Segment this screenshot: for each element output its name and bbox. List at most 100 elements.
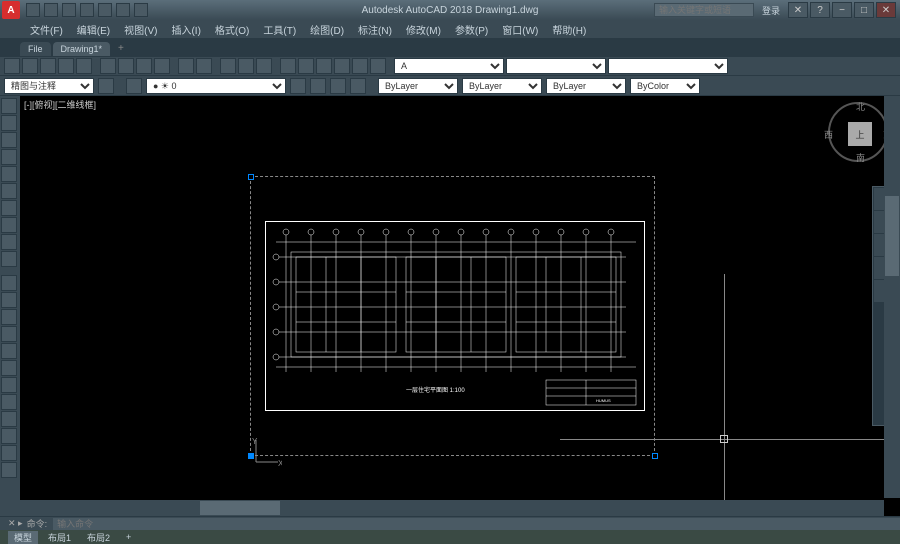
infocenter-search-input[interactable] bbox=[654, 3, 754, 17]
exchange-apps-icon[interactable]: ✕ bbox=[788, 2, 808, 18]
qat-save-icon[interactable] bbox=[62, 3, 76, 17]
tool-pan-icon[interactable] bbox=[220, 58, 236, 74]
drawing-canvas[interactable]: [-][俯视][二维线框] bbox=[20, 96, 900, 516]
draw-circle-icon[interactable] bbox=[1, 132, 17, 148]
viewcube[interactable]: 北 南 东 西 上 bbox=[828, 102, 888, 162]
login-button[interactable]: 登录 bbox=[762, 4, 780, 17]
viewcube-top-face[interactable]: 上 bbox=[848, 122, 872, 146]
modify-copy-icon[interactable] bbox=[1, 292, 17, 308]
menu-draw[interactable]: 绘图(D) bbox=[304, 20, 350, 39]
qat-undo-icon[interactable] bbox=[116, 3, 130, 17]
menu-help[interactable]: 帮助(H) bbox=[546, 20, 592, 39]
tool-paste-icon[interactable] bbox=[136, 58, 152, 74]
draw-line-icon[interactable] bbox=[1, 98, 17, 114]
layer-previous-icon[interactable] bbox=[290, 78, 306, 94]
layout-tab-1[interactable]: 布局1 bbox=[42, 531, 77, 544]
modify-mirror-icon[interactable] bbox=[1, 326, 17, 342]
draw-polyline-icon[interactable] bbox=[1, 115, 17, 131]
menu-tools[interactable]: 工具(T) bbox=[257, 20, 302, 39]
vertical-scroll-thumb[interactable] bbox=[885, 196, 899, 276]
file-tab-start[interactable]: File bbox=[20, 42, 51, 56]
draw-spline-icon[interactable] bbox=[1, 251, 17, 267]
menu-parametric[interactable]: 参数(P) bbox=[449, 20, 494, 39]
color-select[interactable]: ByLayer bbox=[378, 78, 458, 94]
tool-plot-icon[interactable] bbox=[58, 58, 74, 74]
modify-extend-icon[interactable] bbox=[1, 377, 17, 393]
qat-saveas-icon[interactable] bbox=[80, 3, 94, 17]
tool-redo-icon[interactable] bbox=[196, 58, 212, 74]
menu-insert[interactable]: 插入(I) bbox=[165, 20, 206, 39]
layout-tab-plus[interactable]: + bbox=[120, 532, 137, 542]
modify-array-icon[interactable] bbox=[1, 411, 17, 427]
close-button[interactable]: ✕ bbox=[876, 2, 896, 18]
vertical-scrollbar[interactable] bbox=[884, 96, 900, 498]
draw-arc-icon[interactable] bbox=[1, 149, 17, 165]
viewcube-compass[interactable]: 北 南 东 西 上 bbox=[828, 102, 888, 162]
tool-toolpalettes-icon[interactable] bbox=[316, 58, 332, 74]
workspace-gear-icon[interactable] bbox=[98, 78, 114, 94]
layout-tab-2[interactable]: 布局2 bbox=[81, 531, 116, 544]
textstyle-select[interactable]: A bbox=[394, 58, 504, 74]
modify-scale-icon[interactable] bbox=[1, 343, 17, 359]
tool-sheetset-icon[interactable] bbox=[334, 58, 350, 74]
modify-explode-icon[interactable] bbox=[1, 462, 17, 478]
minimize-button[interactable]: − bbox=[832, 2, 852, 18]
tool-quickcalc-icon[interactable] bbox=[370, 58, 386, 74]
selection-grip[interactable] bbox=[248, 174, 254, 180]
tool-match-icon[interactable] bbox=[154, 58, 170, 74]
modify-erase-icon[interactable] bbox=[1, 428, 17, 444]
qat-redo-icon[interactable] bbox=[134, 3, 148, 17]
menu-view[interactable]: 视图(V) bbox=[118, 20, 163, 39]
workspace-select[interactable]: 精图与注释 bbox=[4, 78, 94, 94]
draw-point-icon[interactable] bbox=[1, 234, 17, 250]
tool-save-icon[interactable] bbox=[40, 58, 56, 74]
horizontal-scroll-thumb[interactable] bbox=[200, 501, 280, 515]
modify-trim-icon[interactable] bbox=[1, 360, 17, 376]
maximize-button[interactable]: □ bbox=[854, 2, 874, 18]
plotstyle-select[interactable]: ByColor bbox=[630, 78, 700, 94]
viewcube-south[interactable]: 南 bbox=[856, 151, 865, 164]
tool-preview-icon[interactable] bbox=[76, 58, 92, 74]
horizontal-scrollbar[interactable] bbox=[20, 500, 884, 516]
draw-ellipse-icon[interactable] bbox=[1, 183, 17, 199]
file-tab-drawing1[interactable]: Drawing1* bbox=[53, 42, 111, 56]
qat-new-icon[interactable] bbox=[26, 3, 40, 17]
command-input[interactable] bbox=[53, 518, 900, 530]
menu-edit[interactable]: 编辑(E) bbox=[71, 20, 116, 39]
linetype-select[interactable]: ByLayer bbox=[462, 78, 542, 94]
dimstyle-select[interactable] bbox=[506, 58, 606, 74]
draw-text-icon[interactable] bbox=[1, 217, 17, 233]
viewcube-north[interactable]: 北 bbox=[856, 100, 865, 113]
tablestyle-select[interactable] bbox=[608, 58, 728, 74]
layer-freeze-icon[interactable] bbox=[350, 78, 366, 94]
tool-new-icon[interactable] bbox=[4, 58, 20, 74]
tool-designcenter-icon[interactable] bbox=[298, 58, 314, 74]
modify-offset-icon[interactable] bbox=[1, 445, 17, 461]
menu-format[interactable]: 格式(O) bbox=[209, 20, 255, 39]
menu-file[interactable]: 文件(F) bbox=[24, 20, 69, 39]
file-tab-new-icon[interactable]: + bbox=[112, 41, 130, 56]
tool-properties-icon[interactable] bbox=[280, 58, 296, 74]
help-icon[interactable]: ? bbox=[810, 2, 830, 18]
menu-modify[interactable]: 修改(M) bbox=[400, 20, 447, 39]
tool-markup-icon[interactable] bbox=[352, 58, 368, 74]
app-logo[interactable]: A bbox=[2, 1, 20, 19]
modify-rotate-icon[interactable] bbox=[1, 309, 17, 325]
menu-window[interactable]: 窗口(W) bbox=[496, 20, 544, 39]
tool-cut-icon[interactable] bbox=[100, 58, 116, 74]
selection-grip[interactable] bbox=[652, 453, 658, 459]
lineweight-select[interactable]: ByLayer bbox=[546, 78, 626, 94]
modify-move-icon[interactable] bbox=[1, 275, 17, 291]
draw-rectangle-icon[interactable] bbox=[1, 166, 17, 182]
tool-copy-icon[interactable] bbox=[118, 58, 134, 74]
layout-tab-model[interactable]: 模型 bbox=[8, 531, 38, 544]
tool-zoomprev-icon[interactable] bbox=[256, 58, 272, 74]
menu-dimension[interactable]: 标注(N) bbox=[352, 20, 398, 39]
layer-states-icon[interactable] bbox=[310, 78, 326, 94]
tool-open-icon[interactable] bbox=[22, 58, 38, 74]
modify-fillet-icon[interactable] bbox=[1, 394, 17, 410]
draw-hatch-icon[interactable] bbox=[1, 200, 17, 216]
layer-isolate-icon[interactable] bbox=[330, 78, 346, 94]
layer-manager-icon[interactable] bbox=[126, 78, 142, 94]
tool-zoom-icon[interactable] bbox=[238, 58, 254, 74]
